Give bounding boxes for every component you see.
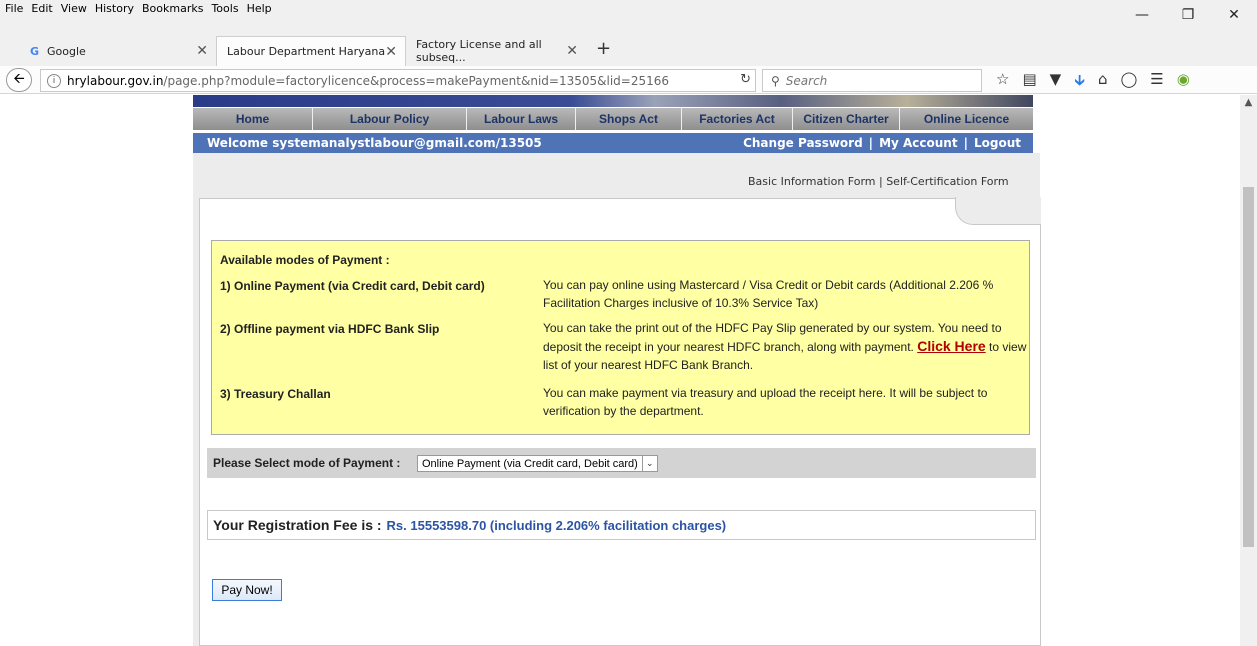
logout-link[interactable]: Logout	[974, 136, 1021, 150]
chevron-down-icon[interactable]: ⌄	[641, 456, 657, 471]
payment-mode-label: Please Select mode of Payment :	[213, 456, 401, 470]
my-account-link[interactable]: My Account	[879, 136, 958, 150]
close-tab-icon[interactable]: ✕	[196, 43, 208, 59]
menu-file[interactable]: File	[4, 2, 24, 15]
close-tab-icon[interactable]: ✕	[385, 44, 397, 60]
url-path: /page.php?module=factorylicence&process=…	[163, 73, 669, 88]
payment-mode-selected-value: Online Payment (via Credit card, Debit c…	[422, 457, 638, 470]
new-tab-icon[interactable]: +	[596, 38, 611, 59]
pay-now-button[interactable]: Pay Now!	[212, 579, 282, 601]
url-host: hrylabour.gov.in	[67, 73, 164, 88]
nav-online-licence[interactable]: Online Licence	[900, 108, 1033, 130]
mode-offline-desc: You can take the print out of the HDFC P…	[543, 319, 1028, 374]
google-favicon-icon: G	[30, 44, 40, 58]
header-banner	[193, 95, 1033, 107]
menu-history[interactable]: History	[94, 2, 135, 15]
vertical-scrollbar[interactable]: ▲	[1240, 95, 1257, 646]
hamburger-menu-icon[interactable]: ☰	[1150, 70, 1163, 95]
separator: |	[963, 136, 968, 150]
basic-information-form-link[interactable]: Basic Information Form	[748, 175, 876, 188]
registration-fee-box: Your Registration Fee is : Rs. 15553598.…	[207, 510, 1036, 540]
menu-help[interactable]: Help	[246, 2, 273, 15]
nav-home[interactable]: Home	[193, 108, 313, 130]
mode-online-label: 1) Online Payment (via Credit card, Debi…	[220, 279, 485, 293]
payment-modes-heading: Available modes of Payment :	[220, 253, 390, 267]
nav-labour-policy[interactable]: Labour Policy	[313, 108, 467, 130]
payment-mode-select[interactable]: Online Payment (via Credit card, Debit c…	[417, 455, 658, 472]
nav-labour-laws[interactable]: Labour Laws	[467, 108, 576, 130]
reading-list-icon[interactable]: ▤	[1022, 70, 1036, 95]
close-window-icon[interactable]: ✕	[1211, 0, 1257, 30]
welcome-bar: Welcome systemanalystlabour@gmail.com/13…	[193, 133, 1033, 153]
search-placeholder: Search	[785, 73, 828, 88]
scroll-up-arrow-icon[interactable]: ▲	[1240, 97, 1257, 108]
mode-online-desc: You can pay online using Mastercard / Vi…	[543, 278, 994, 310]
payment-modes-box: Available modes of Payment : 1) Online P…	[211, 240, 1030, 435]
chat-icon[interactable]: ◯	[1121, 70, 1138, 95]
tab-labour-department[interactable]: Labour Department Haryana ✕	[216, 36, 406, 66]
tab-factory-license[interactable]: Factory License and all subseq... ✕	[406, 36, 586, 66]
download-icon[interactable]: 🡳	[1074, 70, 1085, 95]
menu-view[interactable]: View	[60, 2, 88, 15]
welcome-text: Welcome systemanalystlabour@gmail.com/13…	[207, 136, 542, 150]
mode-offline-label: 2) Offline payment via HDFC Bank Slip	[220, 322, 440, 336]
addon-icon[interactable]: ◉	[1177, 70, 1190, 95]
bookmark-star-icon[interactable]: ☆	[996, 70, 1009, 95]
tab-google[interactable]: G Google ✕	[20, 36, 216, 66]
restore-icon[interactable]: ❐	[1165, 0, 1211, 30]
nav-shops-act[interactable]: Shops Act	[576, 108, 682, 130]
nav-citizen-charter[interactable]: Citizen Charter	[793, 108, 900, 130]
change-password-link[interactable]: Change Password	[743, 136, 863, 150]
menu-tools[interactable]: Tools	[210, 2, 239, 15]
search-icon: ⚲	[771, 73, 780, 88]
minimize-icon[interactable]: —	[1119, 0, 1165, 30]
scrollbar-thumb[interactable]	[1243, 187, 1254, 547]
form-links: Basic Information Form | Self-Certificat…	[748, 175, 1009, 188]
menu-edit[interactable]: Edit	[30, 2, 53, 15]
payment-mode-row: Please Select mode of Payment : Online P…	[207, 448, 1036, 478]
tab-bar: G Google ✕ Labour Department Haryana ✕ F…	[0, 30, 1257, 66]
page-viewport: Home Labour Policy Labour Laws Shops Act…	[0, 95, 1240, 646]
mode-treasury-label: 3) Treasury Challan	[220, 387, 331, 401]
tab-label: Labour Department Haryana	[227, 45, 386, 58]
url-bar[interactable]: i hrylabour.gov.in /page.php?module=fact…	[40, 69, 756, 92]
fee-label: Your Registration Fee is :	[213, 517, 382, 533]
mode-treasury-desc: You can make payment via treasury and up…	[543, 386, 988, 418]
separator: |	[875, 175, 887, 188]
search-input[interactable]: ⚲ Search	[762, 69, 982, 92]
nav-factories-act[interactable]: Factories Act	[682, 108, 793, 130]
back-arrow-icon[interactable]: 🡨	[6, 68, 32, 92]
pocket-icon[interactable]: ▼	[1050, 70, 1062, 95]
tab-label: Google	[47, 44, 86, 58]
menu-bookmarks[interactable]: Bookmarks	[141, 2, 204, 15]
self-certification-form-link[interactable]: Self-Certification Form	[886, 175, 1008, 188]
close-tab-icon[interactable]: ✕	[566, 43, 578, 59]
home-icon[interactable]: ⌂	[1098, 70, 1108, 95]
tab-label: Factory License and all subseq...	[416, 38, 542, 64]
separator: |	[868, 136, 874, 150]
hdfc-branch-list-link[interactable]: Click Here	[917, 338, 985, 354]
reload-icon[interactable]: ↻	[740, 72, 751, 87]
main-navigation: Home Labour Policy Labour Laws Shops Act…	[193, 108, 1033, 130]
fee-value: Rs. 15553598.70 (including 2.206% facili…	[386, 517, 727, 533]
info-icon[interactable]: i	[47, 73, 61, 88]
menu-bar: File Edit View History Bookmarks Tools H…	[0, 0, 1257, 30]
panel-tab-notch	[955, 197, 1041, 225]
navigation-bar: 🡨 i hrylabour.gov.in /page.php?module=fa…	[0, 66, 1257, 94]
